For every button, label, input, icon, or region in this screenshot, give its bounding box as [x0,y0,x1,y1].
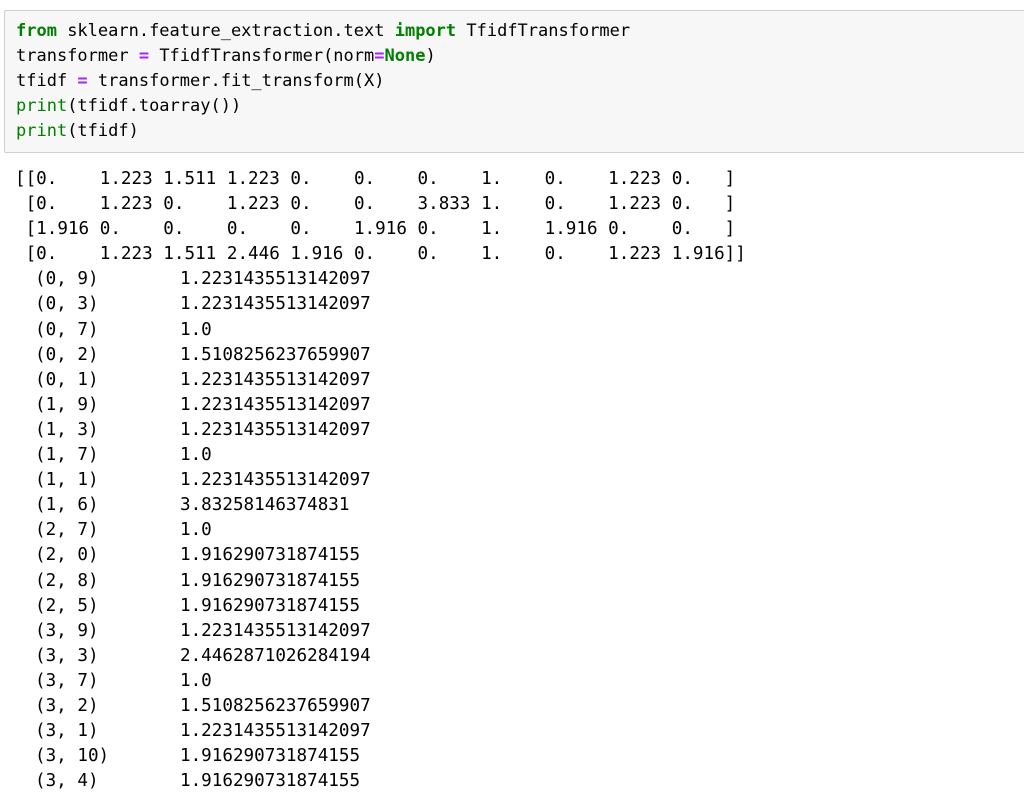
sparse-entry-value: 1.2231435513142097 [180,269,371,290]
sparse-entry-index: (3, 4) [35,771,99,792]
sparse-entry-value: 1.2231435513142097 [180,721,371,742]
sparse-entry-value: 1.5108256237659907 [180,695,371,716]
code-token: import [394,21,457,41]
array-output-line: [[0. 1.223 1.511 1.223 0. 0. 0. 1. 0. 1.… [15,169,736,189]
sparse-entry-row: (3, 7) 1.0 [15,669,1015,694]
code-token: TfidfTransformer(norm [149,46,375,66]
sparse-entry-index: (3, 1) [35,721,99,742]
sparse-entry-index: (3, 10) [35,746,110,767]
sparse-entry-row: (1, 3) 1.2231435513142097 [15,418,1015,443]
sparse-entry-row: (3, 9) 1.2231435513142097 [15,619,1015,644]
sparse-entry-row: (1, 6) 3.83258146374831 [15,493,1015,518]
array-output-line: [0. 1.223 0. 1.223 0. 0. 3.833 1. 0. 1.2… [15,194,736,215]
sparse-entry-row: (2, 0) 1.916290731874155 [15,543,1015,568]
sparse-entry-value: 2.4462871026284194 [180,645,371,666]
code-line-2: transformer = TfidfTransformer(norm=None… [16,44,436,69]
sparse-entry-value: 1.2231435513142097 [180,369,371,390]
code-token: print [16,96,68,116]
sparse-entry-value: 1.2231435513142097 [180,294,371,315]
sparse-entry-value: 1.2231435513142097 [180,394,371,415]
sparse-entry-index: (0, 1) [35,369,99,390]
array-output-line: [1.916 0. 0. 0. 0. 1.916 0. 1. 1.916 0. … [15,219,736,240]
sparse-entry-row: (0, 7) 1.0 [15,318,1015,343]
code-token: None [384,46,426,66]
code-token: (tfidf) [67,121,139,141]
code-token: transformer.fit_transform(X) [87,71,385,91]
sparse-entry-index: (1, 6) [35,495,99,516]
sparse-entry-value: 1.916290731874155 [180,746,361,767]
code-token: ) [425,46,436,66]
code-token: TfidfTransformer [456,21,631,41]
sparse-entry-value: 1.916290731874155 [180,545,361,566]
sparse-entry-value: 1.5108256237659907 [180,344,371,365]
code-token: = [77,71,88,91]
code-token: = [138,46,150,66]
sparse-entry-index: (0, 7) [35,319,99,340]
sparse-entry-index: (0, 9) [35,269,99,290]
sparse-entry-row: (3, 2) 1.5108256237659907 [15,694,1015,719]
sparse-entry-value: 3.83258146374831 [180,495,350,516]
sparse-entry-value: 1.916290731874155 [180,595,361,616]
sparse-entry-row: (1, 1) 1.2231435513142097 [15,468,1015,493]
sparse-entry-row: (2, 7) 1.0 [15,518,1015,543]
code-token: from [16,21,57,41]
sparse-entry-index: (3, 2) [35,695,99,716]
sparse-entry-row: (0, 9) 1.2231435513142097 [15,267,1015,292]
sparse-entry-row: (1, 9) 1.2231435513142097 [15,393,1015,418]
sparse-entry-row: (3, 1) 1.2231435513142097 [15,719,1015,744]
code-line-3: tfidf = transformer.fit_transform(X) [16,69,384,94]
sparse-entry-row: (3, 10) 1.916290731874155 [15,744,1015,769]
sparse-entry-row: (0, 3) 1.2231435513142097 [15,292,1015,317]
sparse-entry-index: (0, 2) [35,344,99,365]
sparse-entry-value: 1.2231435513142097 [180,620,371,641]
sparse-entry-index: (2, 7) [35,520,99,541]
sparse-entry-index: (0, 3) [35,294,99,315]
code-token: transformer [16,46,139,66]
sparse-entry-value: 1.0 [180,445,212,466]
sparse-entry-row: (0, 1) 1.2231435513142097 [15,368,1015,393]
sparse-entry-value: 1.2231435513142097 [180,419,371,440]
cell-output: [[0. 1.223 1.511 1.223 0. 0. 0. 1. 0. 1.… [15,167,1015,794]
code-input-cell[interactable]: from sklearn.feature_extraction.text imp… [4,10,1024,153]
code-token: tfidf [16,71,78,91]
sparse-entry-row: (2, 5) 1.916290731874155 [15,594,1015,619]
sparse-entry-row: (3, 4) 1.916290731874155 [15,769,1015,794]
sparse-matrix-output: (0, 9) 1.2231435513142097 (0, 3) 1.22314355… [15,267,1015,794]
sparse-entry-index: (1, 3) [35,419,99,440]
sparse-entry-value: 1.0 [180,520,212,541]
sparse-entry-index: (3, 3) [35,645,99,666]
code-line-4: print(tfidf.toarray()) [16,94,241,119]
sparse-entry-index: (1, 1) [35,470,99,491]
sparse-entry-value: 1.0 [180,319,212,340]
sparse-entry-value: 1.2231435513142097 [180,470,371,491]
sparse-entry-index: (2, 8) [35,570,99,591]
sparse-entry-row: (0, 2) 1.5108256237659907 [15,343,1015,368]
code-token: sklearn.feature_extraction.text [56,21,395,41]
sparse-entry-value: 1.0 [180,670,212,691]
sparse-entry-index: (1, 9) [35,394,99,415]
sparse-entry-row: (3, 3) 2.4462871026284194 [15,644,1015,669]
sparse-entry-index: (3, 7) [35,670,99,691]
sparse-entry-row: (1, 7) 1.0 [15,443,1015,468]
code-line-5: print(tfidf) [16,119,139,144]
sparse-entry-value: 1.916290731874155 [180,570,361,591]
sparse-entry-row: (2, 8) 1.916290731874155 [15,569,1015,594]
code-line-1: from sklearn.feature_extraction.text imp… [16,19,630,44]
code-token: (tfidf.toarray()) [67,96,242,116]
sparse-entry-index: (2, 0) [35,545,99,566]
sparse-entry-value: 1.916290731874155 [180,771,361,792]
sparse-entry-index: (3, 9) [35,620,99,641]
code-token: print [16,121,68,141]
sparse-entry-index: (2, 5) [35,595,99,616]
sparse-entry-index: (1, 7) [35,445,99,466]
array-output-line: [0. 1.223 1.511 2.446 1.916 0. 0. 1. 0. … [15,244,746,265]
code-token: = [374,46,385,66]
